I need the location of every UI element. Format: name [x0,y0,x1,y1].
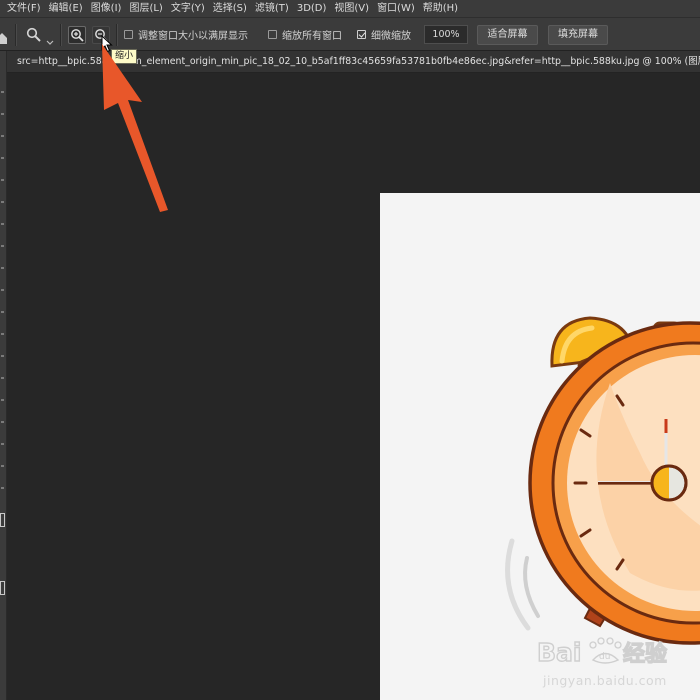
baidu-watermark: Bai du 经验 jingyan.baidu.com [533,632,693,694]
scrubby-zoom-checkbox[interactable] [357,30,366,39]
tools-panel [0,51,7,700]
tool-slot[interactable] [1,157,4,159]
svg-text:经验: 经验 [623,641,667,667]
menu-layer[interactable]: 图层(L) [125,0,166,17]
zoom-all-windows-label: 缩放所有窗口 [282,31,342,42]
fit-screen-button[interactable]: 适合屏幕 [477,25,538,45]
chevron-down-icon[interactable] [46,31,54,50]
tool-slot[interactable] [1,399,4,401]
tool-slot[interactable] [1,267,4,269]
tool-slot[interactable] [1,201,4,203]
toolbar-separator [15,24,17,46]
zoom-all-windows-option[interactable]: 缩放所有窗口 [268,27,342,42]
zoom-percentage-field[interactable]: 100% [424,25,468,44]
document-canvas[interactable] [380,193,700,700]
baidu-logo: Bai du 经验 [536,637,667,667]
scrubby-zoom-label: 细微缩放 [371,31,411,42]
scrubby-zoom-option[interactable]: 细微缩放 [357,27,411,42]
menu-view[interactable]: 视图(V) [330,0,373,17]
svg-text:du: du [599,652,610,662]
tool-slot[interactable] [1,421,4,423]
menu-file[interactable]: 文件(F) [3,0,45,17]
menu-window[interactable]: 窗口(W) [373,0,419,17]
zoom-in-button[interactable] [68,26,86,44]
motion-line [523,556,540,618]
menu-image[interactable]: 图像(I) [87,0,126,17]
annotation-arrow [102,44,168,212]
tool-slot[interactable] [1,289,4,291]
menu-bar: 文件(F) 编辑(E) 图像(I) 图层(L) 文字(Y) 选择(S) 滤镜(T… [0,0,700,17]
tool-slot[interactable] [1,355,4,357]
menu-type[interactable]: 文字(Y) [167,0,209,17]
tool-slot[interactable] [1,333,4,335]
tool-slot[interactable] [1,223,4,225]
alarm-clock-illustration [505,316,700,645]
zoom-in-icon [71,29,84,42]
zoom-tool-icon[interactable] [26,27,42,47]
tool-slot[interactable] [1,311,4,313]
tool-slot[interactable] [1,179,4,181]
menu-3d[interactable]: 3D(D) [293,0,331,17]
tool-slot[interactable] [1,487,4,489]
menu-select[interactable]: 选择(S) [209,0,251,17]
tool-slot[interactable] [1,113,4,115]
color-swatch[interactable] [0,581,5,595]
fill-screen-button[interactable]: 填充屏幕 [548,25,608,45]
svg-text:Bai: Bai [537,638,582,667]
tool-slot[interactable] [1,465,4,467]
menu-edit[interactable]: 编辑(E) [45,0,87,17]
menu-help[interactable]: 帮助(H) [419,0,462,17]
tool-slot[interactable] [1,377,4,379]
resize-windows-checkbox[interactable] [124,30,133,39]
tool-slot[interactable] [1,91,4,93]
tool-slot-selected[interactable] [0,513,5,527]
baidu-url-text: jingyan.baidu.com [543,673,667,688]
tool-slot[interactable] [1,135,4,137]
toolbar-separator [60,24,62,46]
tool-slot[interactable] [1,245,4,247]
menu-filter[interactable]: 滤镜(T) [251,0,293,17]
home-icon[interactable] [0,29,7,48]
zoom-all-windows-checkbox[interactable] [268,30,277,39]
tool-slot[interactable] [1,443,4,445]
